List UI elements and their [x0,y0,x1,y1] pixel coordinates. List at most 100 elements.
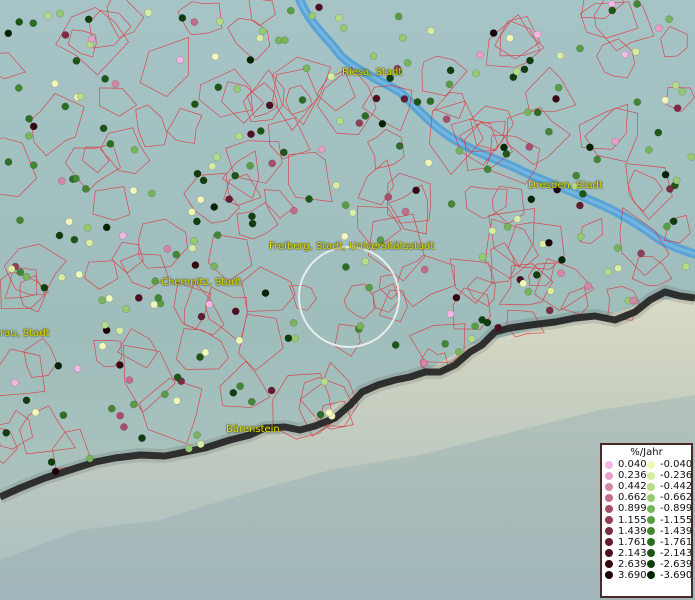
station-marker[interactable] [672,176,681,185]
station-marker[interactable] [290,206,298,215]
station-marker[interactable] [545,127,553,136]
station-marker[interactable] [298,96,307,104]
station-marker[interactable] [83,223,92,232]
station-marker[interactable] [554,83,563,92]
station-marker[interactable] [111,80,120,88]
station-marker[interactable] [65,217,73,226]
station-marker[interactable] [16,216,24,225]
station-marker[interactable] [655,24,663,33]
station-marker[interactable] [420,359,429,367]
station-marker[interactable] [424,158,433,167]
station-marker[interactable] [545,306,554,315]
station-marker[interactable] [120,423,128,431]
station-marker[interactable] [163,245,172,253]
station-marker[interactable] [442,115,451,124]
station-marker[interactable] [513,67,521,76]
station-marker[interactable] [472,69,480,78]
station-marker[interactable] [151,277,160,285]
station-marker[interactable] [134,294,143,302]
station-marker[interactable] [72,174,80,183]
station-marker[interactable] [85,238,94,247]
station-marker[interactable] [267,386,276,395]
station-marker[interactable] [325,408,334,417]
station-marker[interactable] [72,57,81,65]
station-marker[interactable] [633,98,642,106]
station-marker[interactable] [332,181,341,190]
station-marker[interactable] [471,322,479,331]
station-marker[interactable] [669,217,678,226]
station-marker[interactable] [399,34,407,42]
station-marker[interactable] [579,190,587,198]
station-marker[interactable] [14,84,23,92]
station-marker[interactable] [604,268,612,276]
station-marker[interactable] [556,51,565,60]
station-marker[interactable] [315,3,323,12]
station-marker[interactable] [308,11,316,20]
station-marker[interactable] [533,30,542,39]
station-marker[interactable] [441,340,449,348]
station-marker[interactable] [47,458,56,466]
station-marker[interactable] [391,341,400,349]
station-marker[interactable] [2,428,11,437]
station-marker[interactable] [248,212,256,221]
station-marker[interactable] [489,29,498,37]
station-marker[interactable] [503,222,512,231]
station-marker[interactable] [190,236,198,245]
station-marker[interactable] [61,102,70,111]
station-marker[interactable] [502,150,511,158]
station-marker[interactable] [40,283,49,292]
station-marker[interactable] [633,0,641,8]
station-marker[interactable] [213,231,222,239]
station-marker[interactable] [412,186,420,195]
station-marker[interactable] [247,130,255,139]
station-marker[interactable] [231,307,240,316]
station-marker[interactable] [70,235,79,244]
station-marker[interactable] [280,36,289,45]
station-marker[interactable] [494,323,503,332]
station-marker[interactable] [682,262,690,271]
station-marker[interactable] [572,171,581,180]
station-marker[interactable] [247,397,256,406]
station-marker[interactable] [665,15,674,24]
station-marker[interactable] [196,195,205,204]
station-marker[interactable] [161,390,169,399]
station-marker[interactable] [445,80,454,89]
station-marker[interactable] [286,6,295,15]
station-marker[interactable] [586,143,594,152]
station-marker[interactable] [335,14,343,22]
station-marker[interactable] [355,119,364,127]
station-marker[interactable] [246,161,254,170]
station-marker[interactable] [4,158,13,166]
station-marker[interactable] [467,334,476,343]
station-marker[interactable] [637,249,645,258]
station-marker[interactable] [256,34,264,43]
station-marker[interactable] [15,18,24,26]
station-marker[interactable] [191,261,200,269]
station-marker[interactable] [61,31,70,39]
station-marker[interactable] [172,250,181,259]
station-marker[interactable] [525,143,534,151]
station-marker[interactable] [7,265,16,273]
station-marker[interactable] [225,195,234,204]
station-marker[interactable] [447,200,456,208]
station-marker[interactable] [191,100,199,109]
station-marker[interactable] [526,56,534,65]
station-marker[interactable] [372,94,381,103]
station-marker[interactable] [524,287,533,296]
station-marker[interactable] [520,65,529,74]
station-marker[interactable] [173,373,182,382]
station-marker[interactable] [631,47,640,56]
station-marker[interactable] [22,272,31,281]
station-marker[interactable] [73,364,82,373]
station-marker[interactable] [284,334,293,343]
station-marker[interactable] [621,50,629,59]
station-marker[interactable] [488,226,497,235]
station-marker[interactable] [584,282,593,290]
station-marker[interactable] [483,165,492,174]
station-marker[interactable] [268,159,277,168]
station-marker[interactable] [523,108,532,116]
station-marker[interactable] [593,155,602,164]
station-marker[interactable] [231,171,240,180]
station-marker[interactable] [576,201,584,210]
station-marker[interactable] [215,17,224,26]
